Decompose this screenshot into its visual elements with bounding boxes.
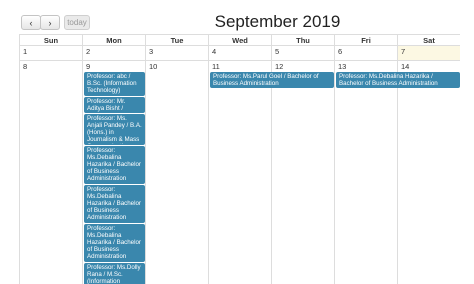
day-cell[interactable]: 14	[398, 61, 460, 284]
day-number: 6	[338, 47, 343, 56]
day-cell[interactable]: 3	[146, 46, 209, 61]
day-cell[interactable]: 10	[146, 61, 209, 284]
day-cell[interactable]: 5	[272, 46, 335, 61]
calendar-event[interactable]: Professor: Ms.Debalina Hazarika / Bachel…	[84, 146, 145, 184]
calendar-event[interactable]: Professor: Ms. Anjali Pandey / B.A. (Hon…	[84, 114, 145, 145]
weekday-thu: Thu	[272, 35, 335, 46]
day-cell[interactable]: 8	[20, 61, 83, 284]
weekday-sat: Sat	[398, 35, 460, 46]
weekday-mon: Mon	[83, 35, 146, 46]
day-cell[interactable]: 2	[83, 46, 146, 61]
day-number: 12	[275, 62, 284, 71]
chevron-left-icon: ‹	[29, 18, 33, 28]
weekday-header: Sun Mon Tue Wed Thu Fri Sat	[20, 35, 460, 46]
weekday-sun: Sun	[20, 35, 83, 46]
today-button[interactable]: today	[64, 15, 90, 30]
calendar-toolbar: ‹ › today September 2019	[0, 0, 474, 34]
day-number: 3	[149, 47, 154, 56]
day-cell[interactable]: 13	[335, 61, 398, 284]
day-number: 11	[212, 62, 220, 71]
calendar-event[interactable]: Professor: Ms.Dolly Rana / M.Sc. (Inform…	[84, 263, 145, 284]
day-number: 8	[23, 62, 28, 71]
day-cell[interactable]: 12	[272, 61, 335, 284]
day-number: 5	[275, 47, 280, 56]
day-cell-today[interactable]: 7	[398, 46, 460, 61]
day-number: 13	[338, 62, 347, 71]
day-number: 7	[401, 47, 406, 56]
month-grid: Sun Mon Tue Wed Thu Fri Sat 1 2 3 4 5 6 …	[19, 34, 460, 284]
day-cell[interactable]: 4	[209, 46, 272, 61]
calendar-event[interactable]: Professor: Ms.Debalina Hazarika / Bachel…	[84, 185, 145, 223]
day-number: 2	[86, 47, 91, 56]
day-cell[interactable]: 11	[209, 61, 272, 284]
weekday-fri: Fri	[335, 35, 398, 46]
chevron-right-icon: ›	[48, 18, 52, 28]
day-number: 14	[401, 62, 410, 71]
day-number: 4	[212, 47, 217, 56]
weekday-wed: Wed	[209, 35, 272, 46]
day-number: 9	[86, 62, 91, 71]
calendar-event[interactable]: Professor: Ms.Debalina Hazarika / Bachel…	[336, 72, 460, 88]
day-number: 1	[23, 47, 28, 56]
calendar-event[interactable]: Professor: Ms.Debalina Hazarika / Bachel…	[84, 224, 145, 262]
weekday-tue: Tue	[146, 35, 209, 46]
day-cell[interactable]: 6	[335, 46, 398, 61]
day-number: 10	[149, 62, 158, 71]
calendar-event[interactable]: Professor: Mr. Aditya Bisht / B.H.M.	[84, 97, 145, 113]
calendar-event[interactable]: Professor: abc / B.Sc. (Information Tech…	[84, 72, 145, 96]
calendar-title: September 2019	[214, 12, 341, 31]
day-cell[interactable]: 1	[20, 46, 83, 61]
calendar-event[interactable]: Professor: Ms.Parul Goel / Bachelor of B…	[210, 72, 334, 88]
next-month-button[interactable]: ›	[40, 15, 60, 30]
prev-month-button[interactable]: ‹	[21, 15, 41, 30]
